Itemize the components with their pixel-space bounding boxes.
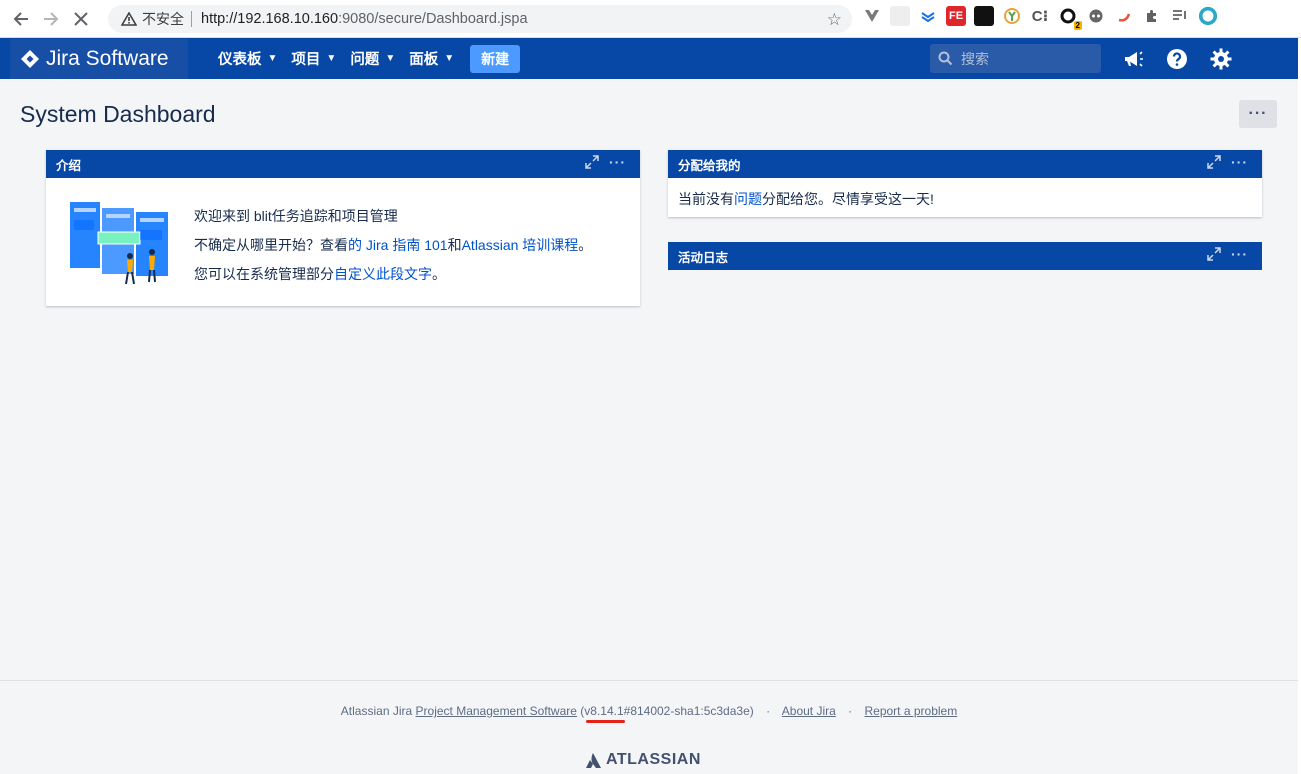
c-extension-icon[interactable]: C⁝ [1030, 6, 1050, 26]
search-icon [938, 51, 953, 66]
atlassian-training-link[interactable]: Atlassian 培训课程 [462, 237, 579, 253]
chevron-down-icon: ▼ [267, 53, 278, 64]
nav-issues-label: 问题 [350, 52, 380, 68]
intro-guide-suffix: 。 [578, 237, 593, 253]
dark-extension-icon[interactable] [974, 6, 994, 26]
nav-boards[interactable]: 面板 ▼ [409, 48, 454, 69]
jira-guide-link[interactable]: 的 Jira 指南 101 [348, 237, 448, 253]
announcement-megaphone-icon[interactable] [1121, 47, 1145, 71]
intro-welcome-text: 欢迎来到 blit任务追踪和项目管理 [194, 208, 398, 224]
nav-issues[interactable]: 问题 ▼ [350, 48, 395, 69]
gadget-menu-icon[interactable]: ··· [1231, 247, 1248, 261]
gadget-menu-icon[interactable]: ··· [1231, 155, 1248, 169]
warning-icon[interactable] [120, 11, 138, 27]
intro-gadget-title: 介绍 [56, 158, 82, 173]
address-bar[interactable]: 不安全 http://192.168.10.160:9080/secure/Da… [108, 5, 852, 33]
intro-customize-suffix: 。 [432, 266, 446, 282]
chevron-down-icon: ▼ [444, 53, 455, 64]
gadget-menu-icon[interactable]: ··· [609, 155, 626, 169]
y-extension-icon[interactable] [1002, 6, 1022, 26]
red-underline-annotation [586, 720, 625, 723]
maximize-icon[interactable] [1207, 247, 1221, 261]
issues-link[interactable]: 问题 [734, 191, 762, 207]
footer-prefix: Atlassian Jira [340, 704, 413, 718]
intro-gadget: 介绍 ··· 欢迎来到 blit任务追踪和项目管理 不确定从哪里开始？查看的 J… [46, 150, 640, 306]
layers-extension-icon[interactable] [918, 6, 938, 26]
nav-boards-label: 面板 [409, 52, 439, 68]
grid-extension-icon[interactable] [890, 6, 910, 26]
search-input[interactable]: 搜索 [930, 44, 1101, 73]
search-placeholder: 搜索 [961, 50, 989, 67]
footer-separator: · [848, 704, 853, 718]
activity-stream-gadget: 活动日志 ··· [668, 242, 1262, 270]
browser-toolbar: 不安全 http://192.168.10.160:9080/secure/Da… [0, 0, 1301, 38]
ring-extension-icon[interactable]: 2 [1058, 6, 1082, 30]
intro-guide-line: 不确定从哪里开始？查看的 Jira 指南 101和Atlassian 培训课程。 [194, 231, 592, 260]
stop-loading-icon[interactable] [66, 4, 96, 34]
version-text: (v8.14.1#814002-sha1:5c3da3e) [580, 704, 754, 718]
activity-gadget-header: 活动日志 ··· [668, 242, 1262, 270]
activity-gadget-title: 活动日志 [678, 250, 729, 265]
intro-customize-line: 您可以在系统管理部分自定义此段文字。 [194, 260, 592, 289]
vue-devtools-icon[interactable] [862, 6, 882, 26]
footer-separator: · [766, 704, 771, 718]
report-problem-link[interactable]: Report a problem [864, 704, 957, 718]
project-management-link[interactable]: Project Management Software [416, 704, 577, 718]
chevron-down-icon: ▼ [326, 53, 337, 64]
intro-illustration [70, 202, 168, 285]
customize-text-link[interactable]: 自定义此段文字 [334, 266, 432, 282]
create-button[interactable]: 新建 [470, 44, 521, 73]
url-divider [191, 11, 192, 27]
extensions-bar: FE C⁝ 2 [862, 6, 1218, 30]
forward-icon[interactable] [36, 4, 66, 34]
assigned-to-me-gadget: 分配给我的 ··· 当前没有问题分配给您。尽情享受这一天! [668, 150, 1262, 217]
intro-customize-prefix: 您可以在系统管理部分 [194, 266, 334, 282]
chevron-down-icon: ▼ [385, 53, 396, 64]
assigned-gadget-title: 分配给我的 [678, 158, 741, 173]
url-host: http://192.168.10.160 [201, 11, 339, 27]
assigned-gadget-header: 分配给我的 ··· [668, 150, 1262, 178]
url-path: :9080/secure/Dashboard.jspa [338, 11, 528, 27]
assigned-message: 当前没有问题分配给您。尽情享受这一天! [668, 178, 1262, 220]
fe-extension-icon[interactable]: FE [946, 6, 966, 26]
jira-diamond-icon [21, 49, 39, 68]
logo-text: Jira Software [46, 46, 169, 70]
nav-dashboards[interactable]: 仪表板 ▼ [218, 48, 277, 69]
settings-gear-icon[interactable] [1209, 47, 1233, 71]
jira-logo[interactable]: Jira Software [10, 38, 188, 79]
maximize-icon[interactable] [585, 155, 599, 169]
about-jira-link[interactable]: About Jira [782, 704, 836, 718]
main-nav: 仪表板 ▼ 项目 ▼ 问题 ▼ 面板 ▼ 新建 [218, 44, 521, 73]
intro-guide-prefix: 不确定从哪里开始？查看 [194, 237, 348, 253]
nav-projects[interactable]: 项目 ▼ [291, 48, 336, 69]
assigned-text-prefix: 当前没有 [678, 191, 734, 207]
atlassian-brand-text: ATLASSIAN [606, 751, 701, 768]
robot-extension-icon[interactable] [1086, 6, 1106, 26]
footer-links: Atlassian Jira Project Management Softwa… [0, 704, 1298, 718]
nav-dashboards-label: 仪表板 [218, 52, 262, 68]
atlassian-logo-icon [586, 753, 601, 768]
reading-list-icon[interactable] [1170, 6, 1190, 26]
maximize-icon[interactable] [1207, 155, 1221, 169]
page-title: System Dashboard [20, 101, 216, 127]
atlassian-logo[interactable]: ATLASSIAN [585, 751, 701, 769]
help-icon[interactable] [1165, 47, 1189, 71]
puzzle-extension-icon[interactable] [1142, 6, 1162, 26]
profile-avatar-icon[interactable] [1198, 6, 1218, 26]
dashboard-more-button[interactable]: ··· [1239, 100, 1277, 128]
assigned-text-suffix: 分配给您。尽情享受这一天! [762, 191, 934, 207]
java-extension-icon[interactable] [1114, 6, 1134, 26]
intro-gadget-header: 介绍 ··· [46, 150, 640, 178]
jira-header: Jira Software 仪表板 ▼ 项目 ▼ 问题 ▼ 面板 ▼ 新建 搜索 [0, 38, 1298, 79]
nav-projects-label: 项目 [291, 52, 321, 68]
page-footer: Atlassian Jira Project Management Softwa… [0, 680, 1298, 774]
bookmark-star-icon[interactable]: ☆ [827, 10, 842, 30]
insecure-label: 不安全 [142, 11, 184, 27]
intro-guide-and: 和 [447, 237, 462, 253]
back-icon[interactable] [6, 4, 36, 34]
